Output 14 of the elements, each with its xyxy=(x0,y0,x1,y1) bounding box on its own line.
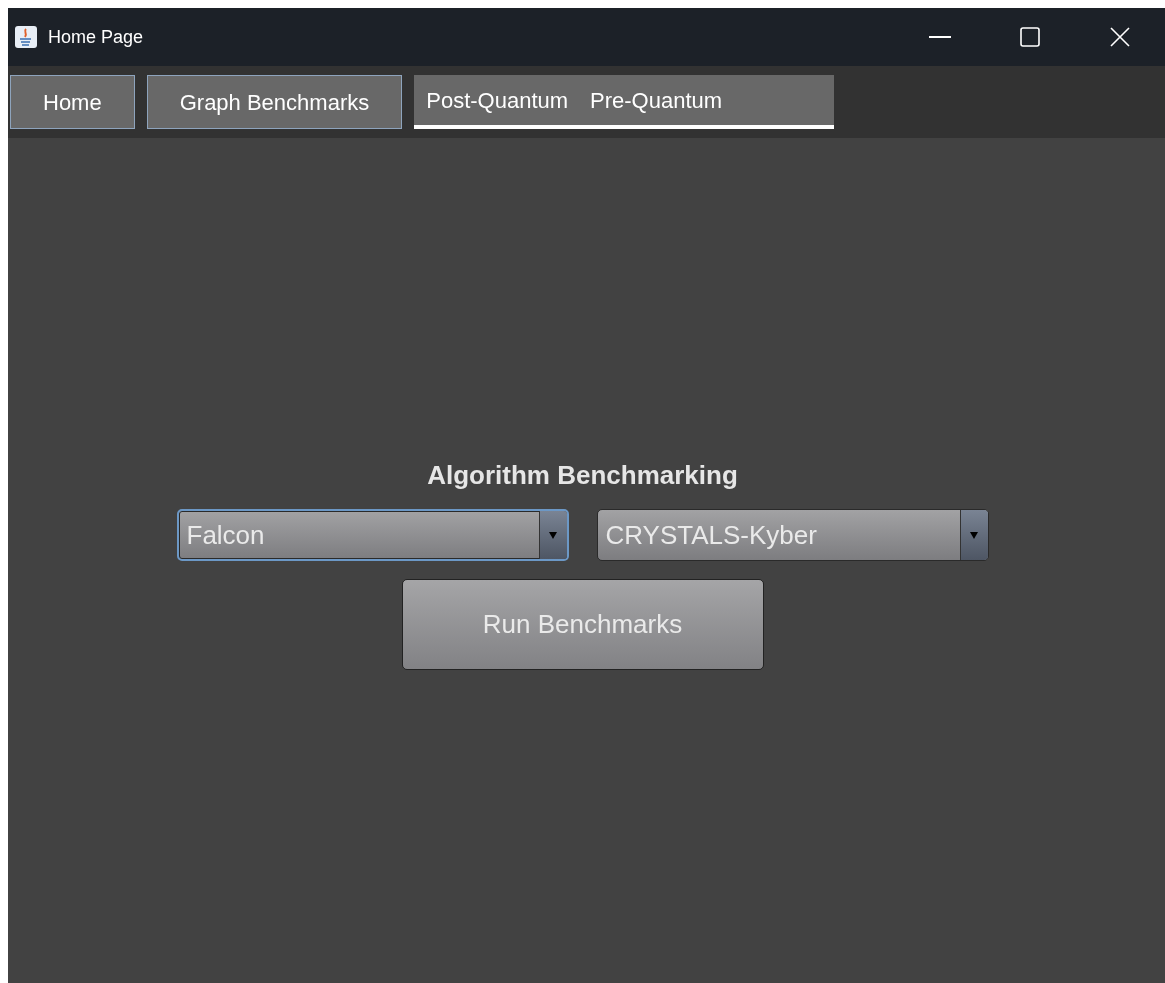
menu-item[interactable]: Pre-Quantum xyxy=(590,84,723,117)
dropdown-value: Falcon xyxy=(185,518,266,552)
maximize-icon xyxy=(1020,27,1040,47)
dropdown-value: CRYSTALS-Kyber xyxy=(604,518,818,552)
caret-icon xyxy=(969,530,979,540)
close-icon xyxy=(1110,27,1130,47)
toolbar-button[interactable]: Home xyxy=(10,75,135,129)
section-heading: Algorithm Benchmarking xyxy=(427,459,738,492)
window-title: Home Page xyxy=(48,25,144,49)
caret-icon xyxy=(548,530,558,540)
app-icon xyxy=(14,25,38,49)
menu-item[interactable]: Post-Quantum xyxy=(426,84,569,117)
toolbar-button[interactable]: Graph Benchmarks xyxy=(146,75,403,129)
minimize-icon xyxy=(929,36,951,38)
